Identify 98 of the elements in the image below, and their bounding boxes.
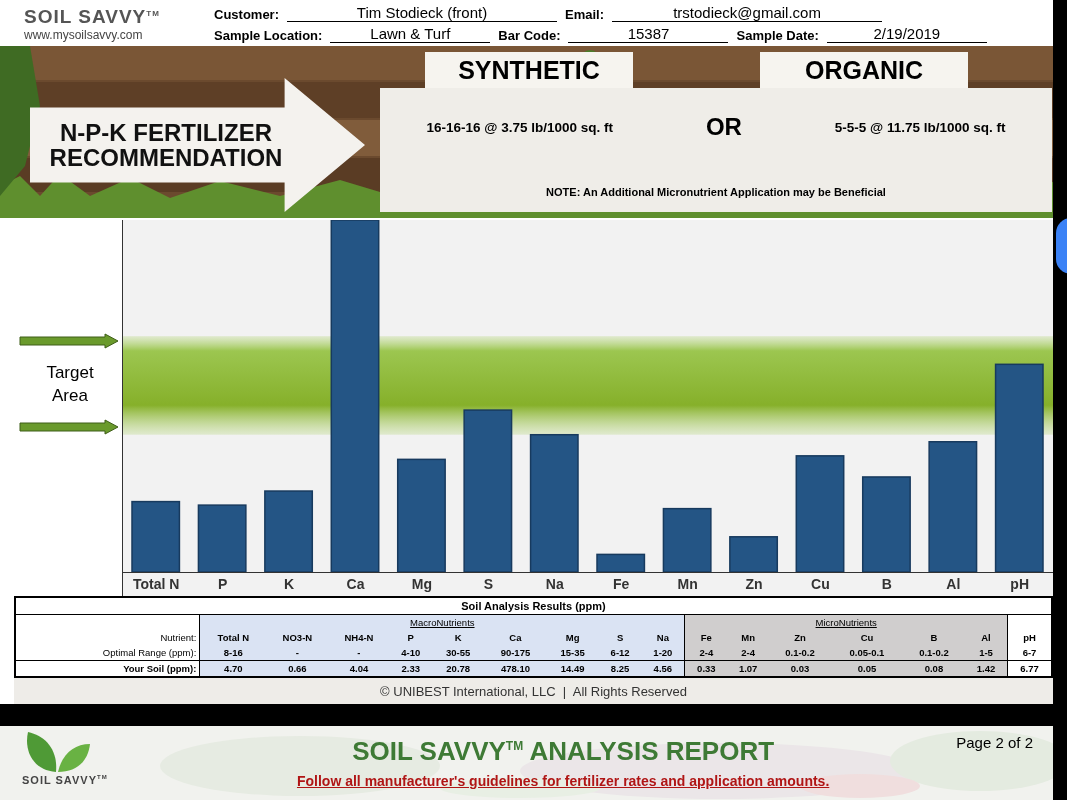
table-cell: 0.1-0.2 (768, 645, 832, 661)
table-cell: - (266, 645, 329, 661)
axis-label: Mg (411, 576, 432, 592)
table-cell: 478.10 (484, 660, 547, 677)
table-cell: 2-4 (684, 645, 728, 661)
chart-bar (197, 504, 247, 573)
chart-bar (662, 507, 712, 573)
table-cell: 8-16 (199, 645, 267, 661)
table-cell: 4.04 (328, 660, 390, 677)
axis-label: Fe (613, 576, 630, 592)
table-cell: Mn (727, 630, 769, 645)
axis-label: Ca (346, 576, 365, 592)
table-cell: 0.33 (684, 660, 728, 677)
table-cell: 4-10 (389, 645, 433, 661)
axis-label: Total N (133, 576, 180, 592)
table-cell: Ca (484, 630, 547, 645)
website-url: www.mysoilsavvy.com (24, 27, 143, 42)
recommendation-text: 5-5-5 @ 11.75 lb/1000 sq. ft (834, 119, 1006, 135)
table-cell: 8.25 (598, 660, 642, 677)
field-label: Email: (565, 6, 605, 22)
table-cell: 2-4 (727, 645, 769, 661)
field-label: Bar Code: (498, 27, 561, 43)
table-cell: Total N (199, 630, 267, 645)
row-label: Optimal Range (ppm): (15, 645, 200, 661)
table-cell: 4.70 (199, 660, 267, 677)
axis-label: Na (545, 576, 564, 592)
option-label: SYNTHETIC (425, 52, 633, 88)
axis-label: pH (1010, 576, 1030, 592)
table-cell: 1.42 (965, 660, 1008, 677)
table-cell: 15-35 (546, 645, 599, 661)
field-label: Customer: (214, 6, 279, 22)
field-value: 2/19/2019 (826, 24, 987, 43)
axis-label: Zn (745, 576, 763, 592)
table-cell: B (902, 630, 965, 645)
option-label: ORGANIC (760, 52, 968, 88)
axis-label: Mn (677, 576, 698, 592)
copyright-text: © UNIBEST International, LLC | All Rights Reserved (380, 683, 687, 699)
axis-label: S (483, 576, 493, 592)
table-cell: Cu (831, 630, 903, 645)
table-title: Soil Analysis Results (ppm) (15, 597, 1052, 615)
table-cell: 0.05 (831, 660, 903, 677)
field-value: trstodieck@gmail.com (612, 3, 883, 22)
table-cell: NH4-N (328, 630, 390, 645)
field-label: Sample Date: (736, 27, 819, 43)
group-heading: MicroNutrients (815, 617, 877, 628)
table-cell: 0.08 (902, 660, 965, 677)
table-cell: 20.78 (432, 660, 485, 677)
row-label: Your Soil (ppm): (15, 660, 200, 677)
axis-label: P (217, 576, 228, 592)
field-value: 15387 (568, 24, 729, 43)
axis-label: K (284, 576, 295, 592)
field-label: Sample Location: (214, 27, 323, 43)
recommendation-text: 16-16-16 @ 3.75 lb/1000 sq. ft (426, 119, 613, 135)
group-heading: MacroNutrients (410, 617, 475, 628)
field-value: Lawn & Turf (330, 24, 491, 43)
table-cell: 90-175 (484, 645, 547, 661)
table-cell: P (389, 630, 433, 645)
table-cell: 30-55 (432, 645, 485, 661)
brand-logo: SOIL SAVVY$^{TM}$ (22, 774, 108, 786)
table-cell: Fe (684, 630, 728, 645)
row-label: Nutrient: (15, 630, 200, 645)
warning-text: Follow all manufacturer's guidelines for fertilizer rates and application amounts. (296, 773, 830, 789)
table-cell: 6-12 (598, 645, 642, 661)
report-title: SOIL SAVVY$^{TM}$ ANALYSIS REPORT (352, 736, 775, 767)
or-label: OR (705, 113, 742, 141)
arrow-icon (19, 333, 119, 349)
table-cell: 14.49 (546, 660, 599, 677)
axis-label: Cu (811, 576, 830, 592)
table-cell: Zn (768, 630, 832, 645)
table-cell: pH (1007, 630, 1052, 645)
table-cell: Na (641, 630, 685, 645)
table-cell: 4.56 (641, 660, 685, 677)
note-text: NOTE: An Additional Micronutrient Application may be Beneficial (546, 186, 886, 198)
table-cell: 6.77 (1007, 660, 1052, 677)
table-cell: 0.1-0.2 (902, 645, 965, 661)
table-cell: 6-7 (1007, 645, 1052, 661)
brand-logo: SOIL SAVVY$^{TM}$ (24, 5, 160, 28)
table-cell: S (598, 630, 642, 645)
table-cell: 0.05-0.1 (831, 645, 903, 661)
table-cell: 0.66 (266, 660, 329, 677)
table-cell: Mg (546, 630, 599, 645)
table-cell: 1-20 (641, 645, 685, 661)
axis-label: Al (946, 576, 961, 592)
field-value: Tim Stodieck (front) (287, 3, 557, 22)
axis-label: B (881, 576, 892, 592)
arrow-icon (19, 419, 119, 435)
table-cell: 1.07 (727, 660, 769, 677)
target-area-label: Target Area (45, 362, 95, 407)
page-number: Page 2 of 2 (956, 733, 1034, 751)
table-cell: 2.33 (389, 660, 433, 677)
table-cell: Al (965, 630, 1008, 645)
chart-bar (729, 536, 779, 573)
table-cell: 0.03 (768, 660, 832, 677)
table-cell: K (432, 630, 485, 645)
table-cell: - (328, 645, 390, 661)
table-cell: NO3-N (266, 630, 329, 645)
table-cell: 1-5 (965, 645, 1008, 661)
chart-bar (596, 553, 646, 573)
